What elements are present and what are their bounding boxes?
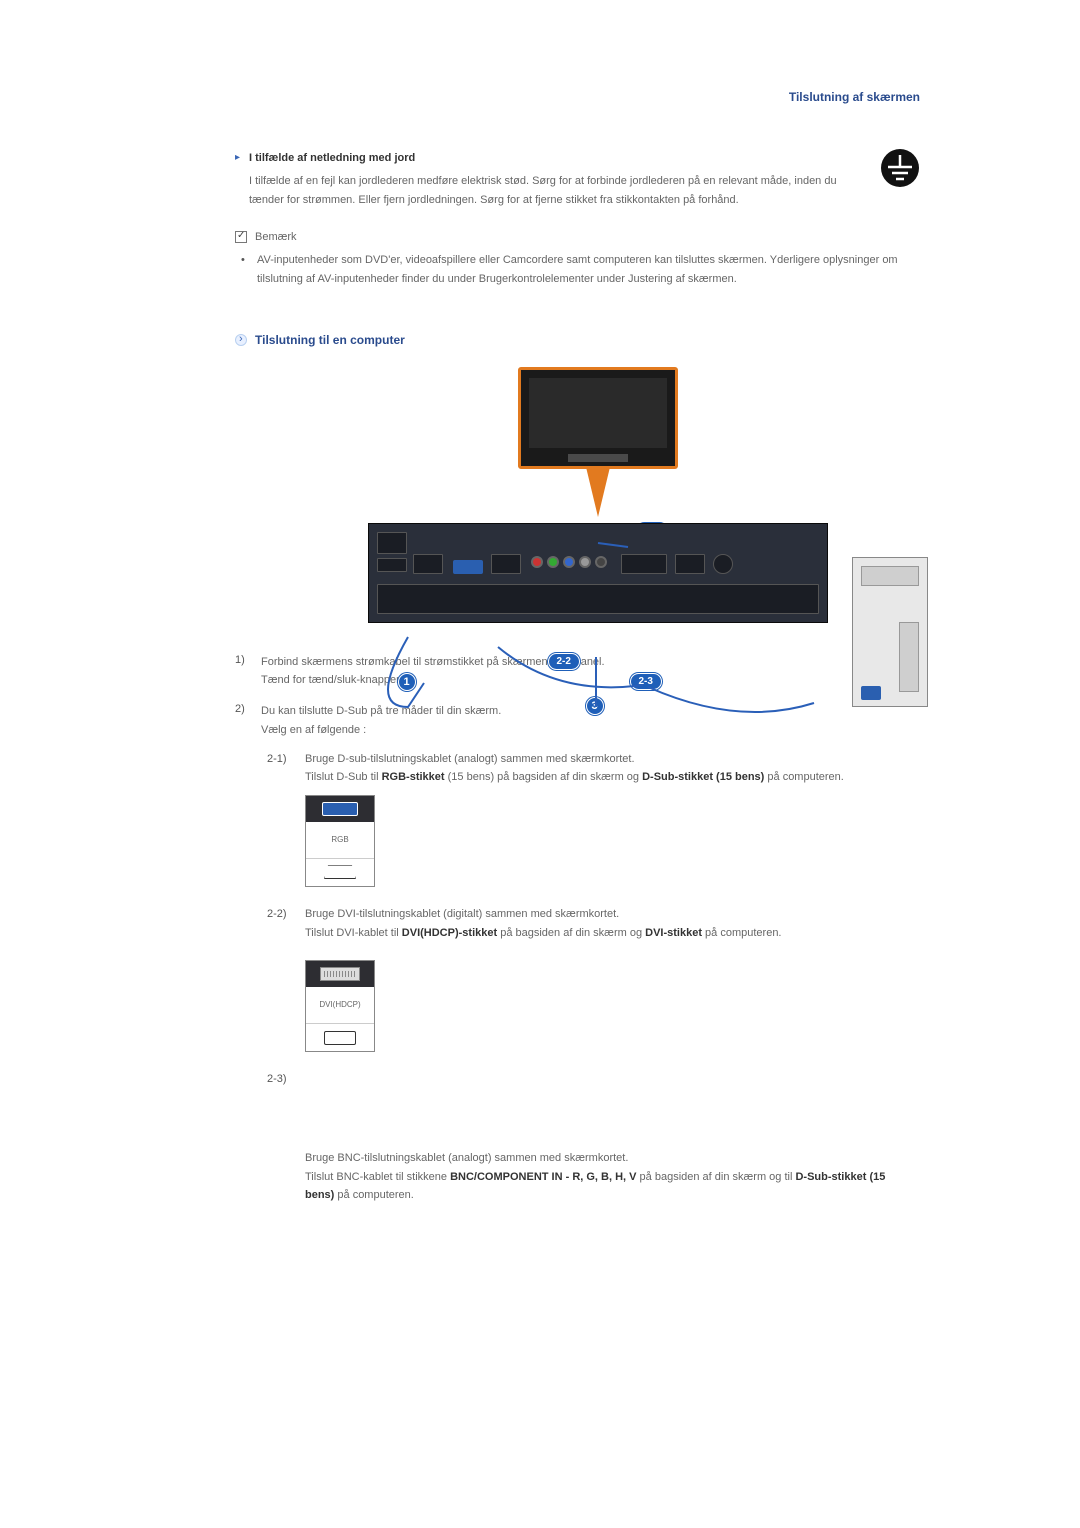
t: DVI-stikket bbox=[645, 927, 702, 939]
sub-2-1-intro: Bruge D-sub-tilslutningskablet (analogt)… bbox=[305, 753, 635, 765]
substep-2-2: 2-2) Bruge DVI-tilslutningskablet (digit… bbox=[261, 905, 930, 1052]
t: DVI(HDCP)-stikket bbox=[402, 927, 497, 939]
document-page: Tilslutning af skærmen I tilfælde af net… bbox=[0, 0, 1080, 1295]
substep-number: 2-2) bbox=[261, 905, 305, 1052]
t: (15 bens) på bagsiden af din skærm og bbox=[445, 771, 643, 783]
dvi-shape-icon bbox=[324, 1031, 356, 1045]
note-row: Bemærk bbox=[235, 231, 960, 243]
t: på bagsiden af din skærm og bbox=[497, 927, 645, 939]
diagram-monitor bbox=[518, 367, 678, 469]
step-2-line-1: Du kan tilslutte D-Sub på tre måder til … bbox=[261, 705, 501, 717]
substep-body: Bruge BNC-tilslutningskablet (analogt) s… bbox=[305, 1149, 930, 1205]
ground-heading-row: I tilfælde af netledning med jord bbox=[235, 152, 960, 164]
chevron-right-icon bbox=[235, 334, 247, 346]
substep-body: Bruge D-sub-tilslutningskablet (analogt)… bbox=[305, 750, 930, 887]
t: på computeren. bbox=[702, 927, 782, 939]
substep-2-3: Bruge BNC-tilslutningskablet (analogt) s… bbox=[261, 1149, 930, 1205]
note-label: Bemærk bbox=[255, 231, 297, 243]
t: Tilslut D-Sub til bbox=[305, 771, 382, 783]
step-1-line-2: Tænd for tænd/sluk-knappen. bbox=[261, 674, 405, 686]
ground-icon bbox=[880, 148, 920, 188]
step-number: 2) bbox=[235, 702, 261, 1223]
substep-number: 2-3) bbox=[261, 1070, 305, 1089]
callout-2-2: 2-2 bbox=[548, 653, 580, 670]
t: Tilslut BNC-kablet til stikkene bbox=[305, 1171, 450, 1183]
sub-2-2-intro: Bruge DVI-tilslutningskablet (digitalt) … bbox=[305, 908, 619, 920]
callout-1: 1 bbox=[398, 673, 416, 691]
step-2: 2) Du kan tilslutte D-Sub på tre måder t… bbox=[235, 702, 960, 1223]
sub-2-3-intro: Bruge BNC-tilslutningskablet (analogt) s… bbox=[305, 1152, 628, 1164]
step-number: 1) bbox=[235, 653, 261, 690]
thumb-label: DVI(HDCP) bbox=[306, 987, 374, 1023]
t: på computeren. bbox=[334, 1189, 414, 1201]
dvi-port-thumbnail: DVI(HDCP) bbox=[305, 960, 375, 1052]
ground-body: I tilfælde af en fejl kan jordlederen me… bbox=[235, 172, 960, 209]
section-title: Tilslutning til en computer bbox=[255, 333, 405, 347]
arrow-down-icon bbox=[586, 467, 610, 517]
ground-heading: I tilfælde af netledning med jord bbox=[249, 152, 415, 164]
substep-2-1: 2-1) Bruge D-sub-tilslutningskablet (ana… bbox=[261, 750, 930, 887]
step-body: Du kan tilslutte D-Sub på tre måder til … bbox=[261, 702, 960, 1223]
diagram-computer bbox=[852, 557, 928, 707]
t: BNC/COMPONENT IN - R, G, B, H, V bbox=[450, 1171, 636, 1183]
t: Tilslut DVI-kablet til bbox=[305, 927, 402, 939]
t: på bagsiden af din skærm og til bbox=[637, 1171, 796, 1183]
connection-diagram: 2-1 2-2 2-3 1 3 bbox=[338, 367, 858, 623]
check-icon bbox=[235, 231, 247, 243]
t: D-Sub-stikket (15 bens) bbox=[642, 771, 764, 783]
diagram-rear-panel bbox=[368, 523, 828, 623]
page-title: Tilslutning af skærmen bbox=[235, 90, 960, 104]
step-2-line-2: Vælg en af følgende : bbox=[261, 724, 366, 736]
callout-2-3: 2-3 bbox=[630, 673, 662, 690]
substep-2-3-number: 2-3) bbox=[261, 1070, 930, 1089]
t: på computeren. bbox=[764, 771, 844, 783]
dsub-shape-icon bbox=[324, 865, 356, 879]
note-bullet: AV-inputenheder som DVD'er, videoafspill… bbox=[235, 251, 960, 288]
dvi-port-icon bbox=[320, 967, 360, 981]
substep-body: Bruge DVI-tilslutningskablet (digitalt) … bbox=[305, 905, 930, 1052]
substep-number: 2-1) bbox=[261, 750, 305, 887]
t: RGB-stikket bbox=[382, 771, 445, 783]
thumb-label: RGB bbox=[306, 822, 374, 858]
rgb-port-thumbnail: RGB bbox=[305, 795, 375, 887]
vga-port-icon bbox=[322, 802, 358, 816]
callout-3: 3 bbox=[586, 697, 604, 715]
section-header: Tilslutning til en computer bbox=[235, 333, 960, 347]
